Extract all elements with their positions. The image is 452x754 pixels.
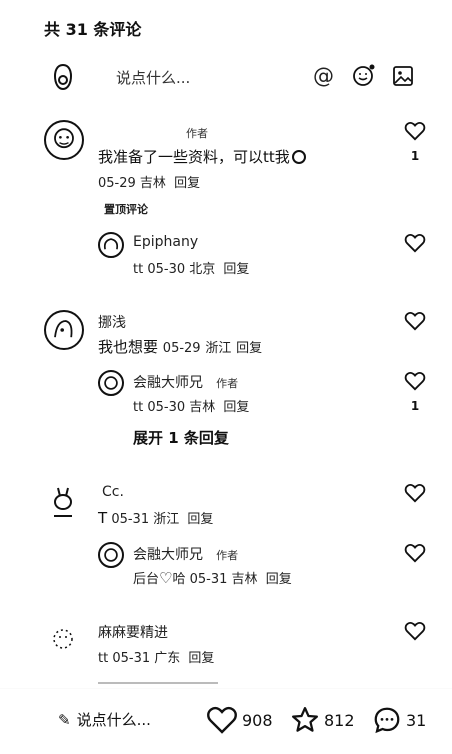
comment-meta: tt 05-31 广东 回复 [98,647,214,666]
reply-text: 哈 [172,572,186,587]
comment-date: 05-29 [98,176,136,191]
avatar[interactable] [98,370,124,396]
reply-meta: tt 05-30 北京 回复 [133,258,249,277]
like-button[interactable] [400,233,430,253]
reply-button[interactable]: 回复 [223,400,249,415]
reply-button[interactable]: 回复 [236,341,262,356]
favorites-count: 812 [324,710,355,730]
pinned-comment-link[interactable]: 置顶评论 [104,201,148,217]
heart-icon [404,121,426,141]
comment-date: 05-31 [112,651,151,666]
username[interactable]: Cc. [102,484,124,500]
comments-count: 31 [406,710,427,730]
reply-meta: 后台♡哈 05-31 吉林 回复 [133,568,292,587]
reply-button[interactable]: 回复 [174,176,200,191]
bottom-action-bar: ✎ 说点什么... 908 812 31 [0,688,452,754]
avatar[interactable] [98,232,124,258]
likes-count: 908 [242,710,273,730]
reply-button[interactable]: 回复 [187,512,213,527]
like-button[interactable] [400,543,430,563]
reply-username[interactable]: 会融大师兄 [133,375,203,391]
reply-username[interactable]: Epiphany [133,234,198,250]
comment-location: 吉林 [139,176,166,191]
favorite-button[interactable]: 812 [290,705,355,735]
like-button[interactable]: 1 [400,121,430,163]
like-count: 1 [410,399,420,413]
like-count: 1 [410,149,420,163]
author-tag: 作者 [186,127,208,140]
comment-date: 05-31 [111,512,150,527]
comment-content: 我也想要 05-29 浙江 回复 [98,336,262,357]
heart-icon [404,543,426,563]
reply-location: 吉林 [189,400,216,415]
emoji-icon[interactable] [351,64,375,88]
heart-icon: ♡ [159,569,173,587]
reply-button[interactable]: 回复 [188,651,214,666]
reply-text: tt [133,262,144,277]
reply-username[interactable]: 会融大师兄 [133,547,203,563]
reply-text: tt [133,400,144,415]
username[interactable]: 挪浅 [98,312,126,332]
heart-icon [404,233,426,253]
comment-location: 广东 [154,651,181,666]
author-tag: 作者 [216,377,239,390]
avatar[interactable] [44,120,84,160]
comments-count-title: 共 31 条评论 [44,20,142,39]
like-button[interactable] [400,621,430,641]
reply-location: 吉林 [231,572,258,587]
write-comment-label: 说点什么... [76,711,151,729]
avocado-avatar-icon[interactable] [48,62,78,92]
heart-icon [207,706,237,734]
reply-location: 北京 [189,262,216,277]
comment-location: 浙江 [205,341,232,356]
comment-count-button[interactable]: 31 [372,705,426,735]
like-button[interactable]: 1 [400,371,430,413]
avatar[interactable] [98,542,124,568]
heart-icon [404,483,426,503]
write-comment-button[interactable]: ✎ 说点什么... [58,709,151,730]
expand-replies-button[interactable]: 展开 1 条回复 [133,427,229,448]
like-button[interactable] [400,483,430,503]
star-icon [292,707,318,732]
comment-location: 浙江 [153,512,180,527]
comment-meta: 05-29 吉林 回复 [98,172,200,191]
heart-icon [404,371,426,391]
comment-author-row: 作者 [98,122,208,140]
comment-date: 05-29 [162,341,201,356]
avatar[interactable] [48,484,78,520]
mention-icon[interactable]: @ [313,64,334,88]
author-tag: 作者 [216,549,239,562]
heart-icon [404,621,426,641]
comment-text: tt [98,651,109,666]
reply-author-row: 会融大师兄 作者 [133,544,238,564]
pencil-icon: ✎ [58,710,71,729]
chat-bubble-icon [374,707,400,734]
reply-text: 后台 [133,572,160,587]
username[interactable]: 麻麻要精进 [98,622,168,642]
comment-content: 我准备了一些资料，可以tt我 [98,146,306,167]
reply-button[interactable]: 回复 [266,572,292,587]
emoji-icon [291,150,306,164]
reply-date: 05-30 [147,400,186,415]
heart-icon [404,311,426,331]
comment-text: 我也想要 [98,338,159,356]
comment-compose-bar: 说点什么... @ [0,58,452,98]
list-item [98,680,298,688]
comment-meta: T 05-31 浙江 回复 [98,508,213,527]
comment-input[interactable]: 说点什么... [116,67,190,88]
comment-text: T [98,509,108,527]
like-post-button[interactable]: 908 [206,705,273,735]
reply-date: 05-30 [147,262,186,277]
comment-text: 我准备了一些资料，可以tt我 [98,148,290,166]
image-icon[interactable] [391,64,415,88]
reply-author-row: 会融大师兄 作者 [133,372,238,392]
reply-button[interactable]: 回复 [223,262,249,277]
reply-date: 05-31 [189,572,228,587]
avatar[interactable] [48,624,78,654]
avatar[interactable] [44,310,84,350]
reply-meta: tt 05-30 吉林 回复 [133,396,249,415]
like-button[interactable] [400,311,430,331]
